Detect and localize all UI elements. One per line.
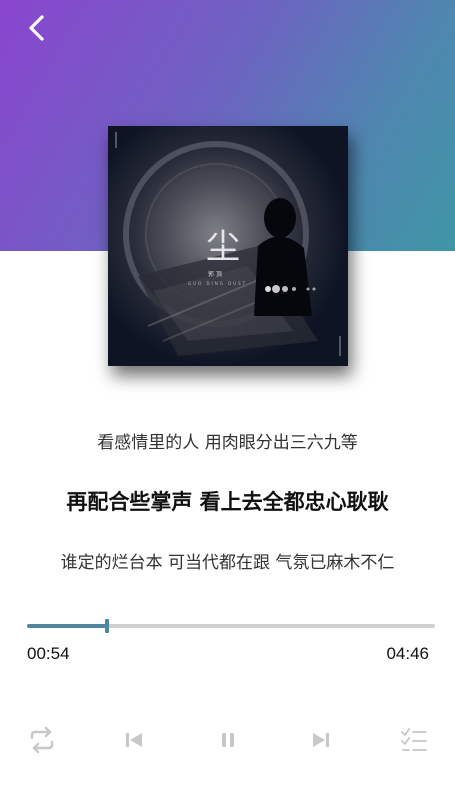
current-time: 00:54 — [27, 644, 70, 663]
repeat-icon — [30, 726, 54, 754]
skip-next-icon — [313, 733, 329, 747]
total-time: 04:46 — [386, 644, 429, 663]
player-screen: 尘 郭 頂 GUO DING DUST 看感情里的人 用肉眼分出三六九等 再配合… — [0, 0, 455, 803]
previous-track-button[interactable] — [116, 722, 152, 758]
album-cover-art: 尘 郭 頂 GUO DING DUST — [108, 126, 348, 366]
progress-bar[interactable] — [27, 619, 435, 633]
lyric-current-line: 再配合些掌声 看上去全都忠心耿耿 — [66, 490, 389, 514]
repeat-button[interactable] — [24, 722, 60, 758]
playback-controls — [0, 722, 455, 758]
back-button[interactable] — [18, 10, 54, 46]
skip-previous-icon — [126, 733, 142, 747]
progress-thumb[interactable] — [104, 619, 109, 633]
next-track-button[interactable] — [303, 722, 339, 758]
album-cover: 尘 郭 頂 GUO DING DUST — [108, 126, 348, 366]
pause-icon — [222, 733, 234, 747]
chevron-left-icon — [29, 15, 44, 41]
lyric-previous-line: 看感情里的人 用肉眼分出三六九等 — [97, 433, 358, 453]
progress-fill — [27, 624, 107, 628]
lyric-next-line: 谁定的烂台本 可当代都在跟 气氛已麻木不仁 — [60, 553, 395, 573]
playlist-icon — [401, 728, 427, 751]
cover-subtitle-text: GUO DING DUST — [188, 281, 247, 286]
pause-button[interactable] — [210, 722, 246, 758]
cover-artist-text: 郭 頂 — [208, 270, 222, 278]
cover-title-text: 尘 — [206, 227, 240, 267]
playlist-button[interactable] — [396, 722, 432, 758]
